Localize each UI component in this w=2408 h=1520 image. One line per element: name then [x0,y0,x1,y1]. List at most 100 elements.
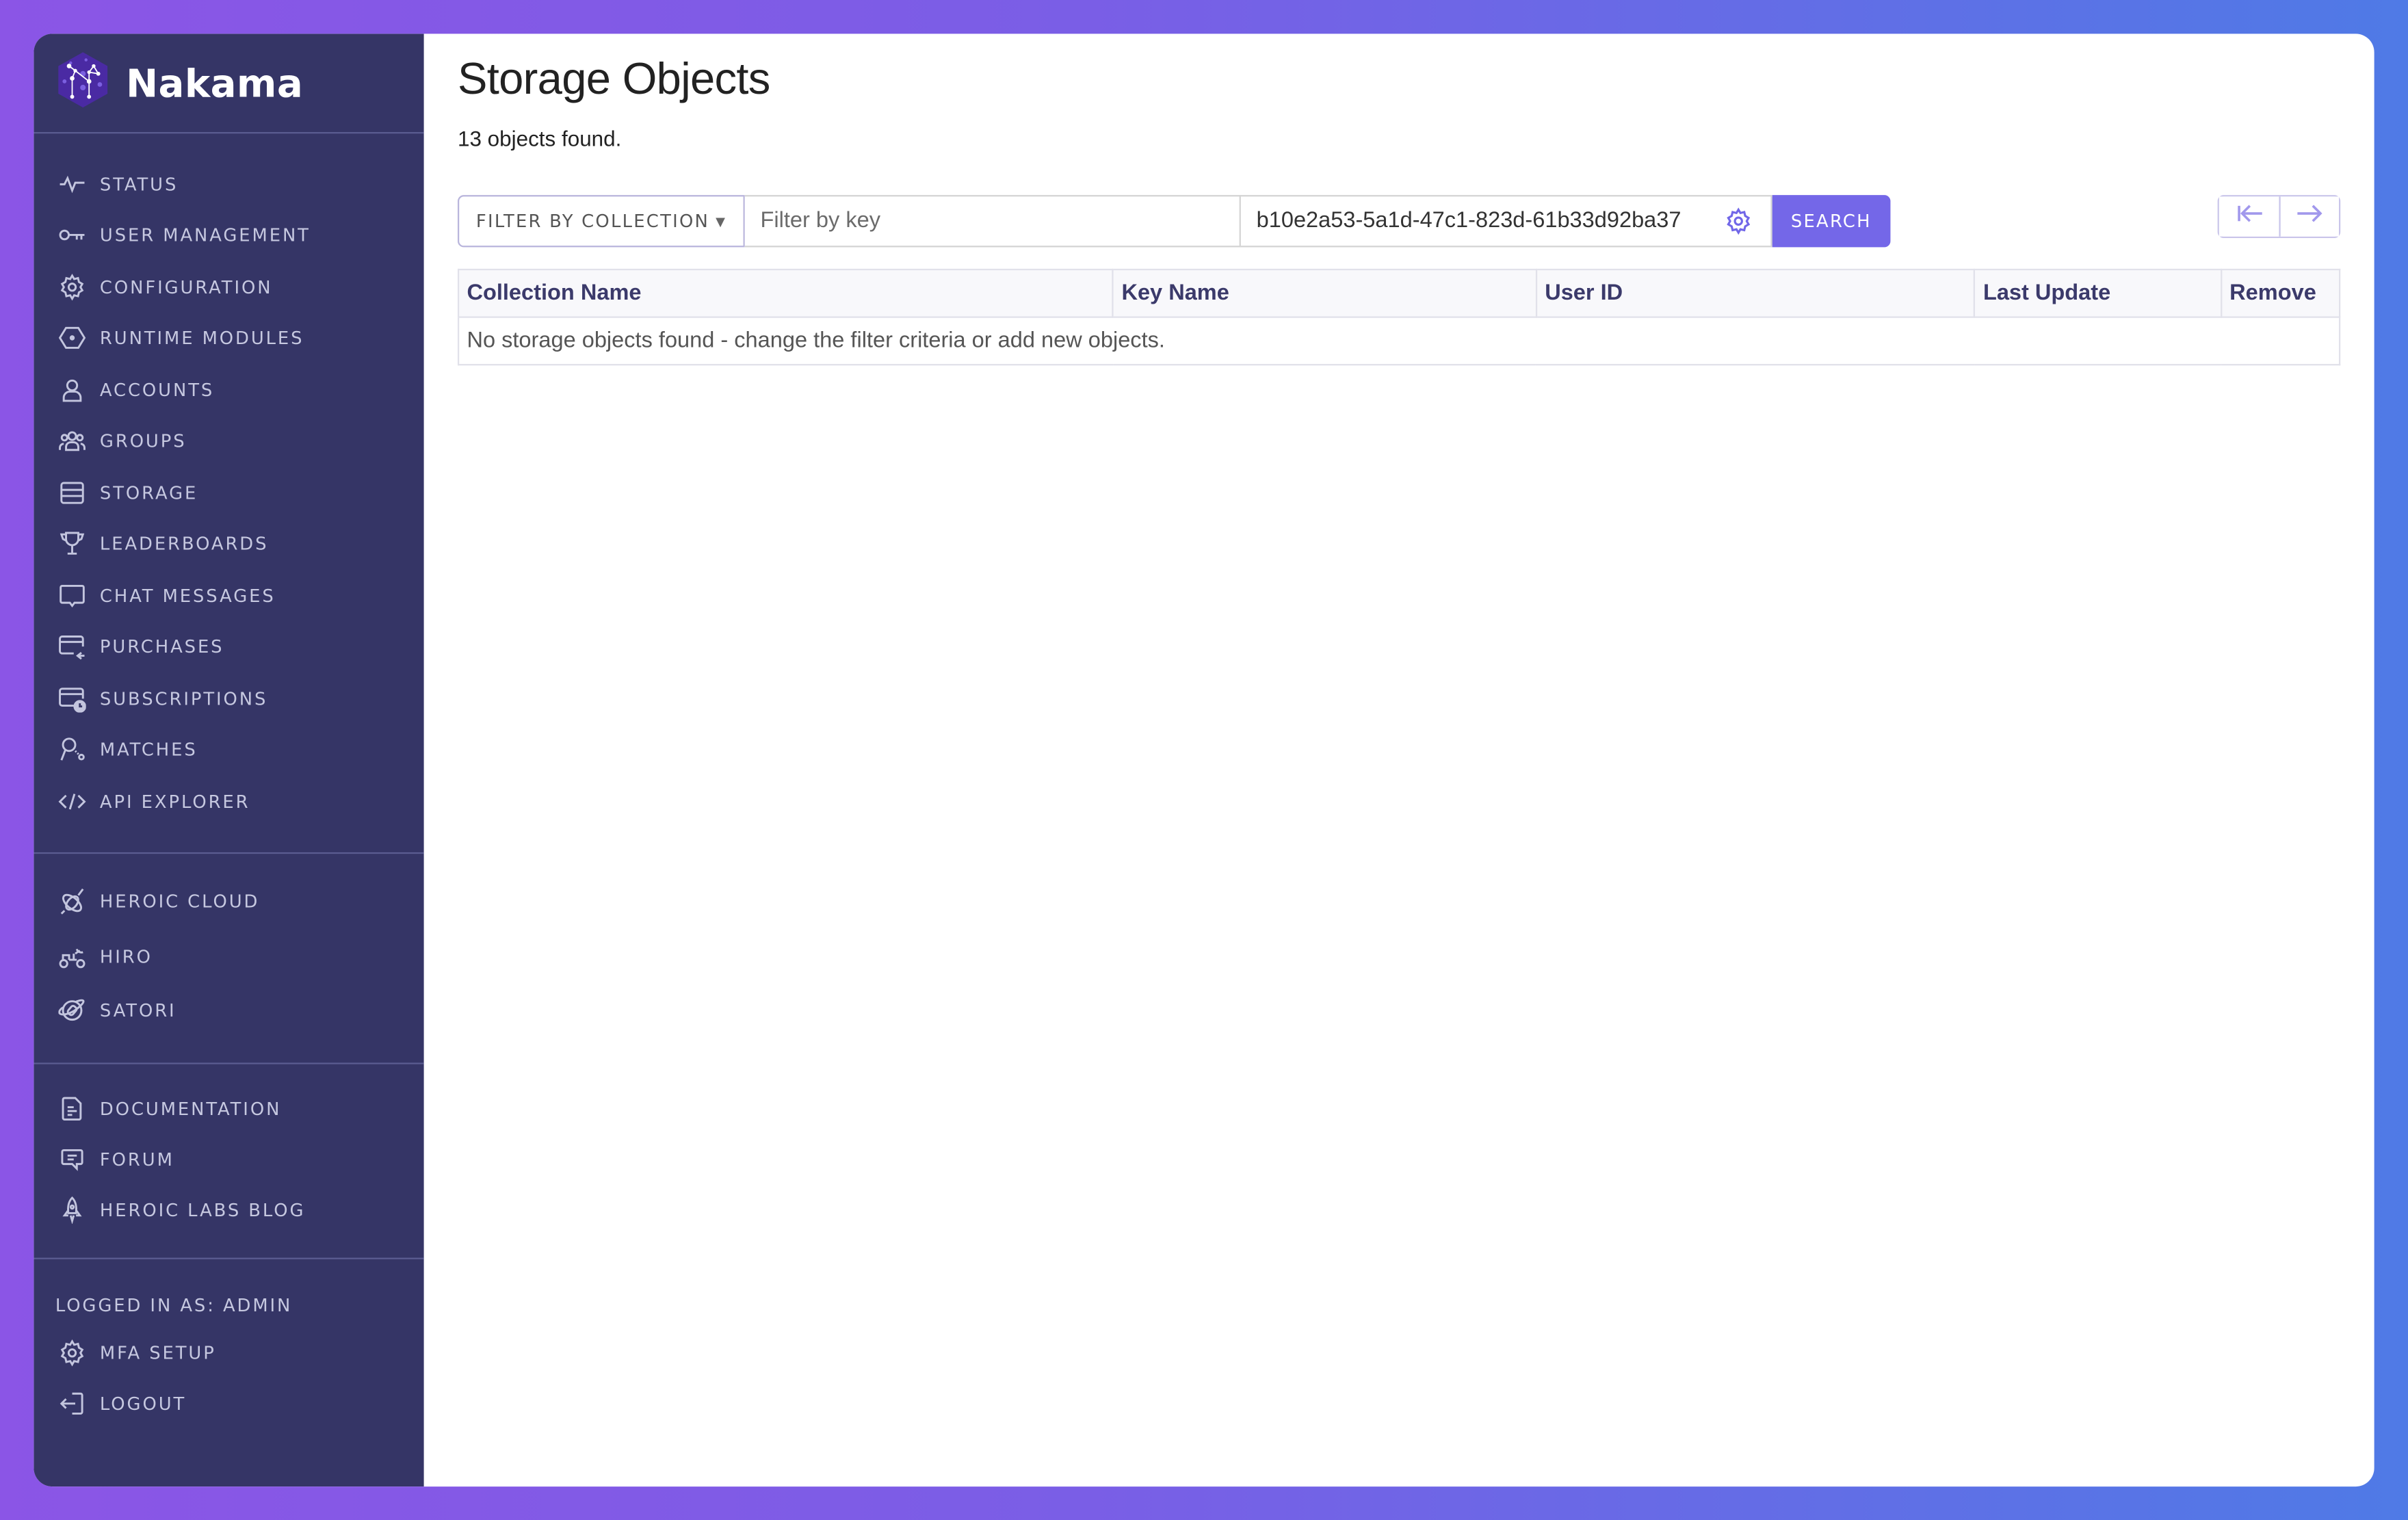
first-page-icon [2235,202,2262,230]
sidebar-item-chat-messages[interactable]: CHAT MESSAGES [34,570,423,621]
sidebar-item-label: STORAGE [99,482,198,503]
forum-icon [58,1146,86,1173]
gear-icon[interactable] [1722,205,1755,238]
users-icon [58,428,86,455]
logged-in-as: LOGGED IN AS: ADMIN [55,1294,293,1317]
objects-count: 13 objects found. [457,126,622,151]
user-icon [58,376,86,403]
main-nav: STATUS USER MANAGEMENT CONFIGURATION RUN… [34,133,423,851]
sidebar-item-label: MFA SETUP [99,1341,216,1364]
sidebar-item-label: USER MANAGEMENT [99,224,311,246]
table-row: No storage objects found - change the fi… [457,316,2341,366]
pulse-icon [58,170,86,198]
sidebar-item-label: MATCHES [99,739,198,761]
rocket-icon [58,1197,86,1225]
sidebar-item-heroic-cloud[interactable]: HEROIC CLOUD [34,874,423,929]
filter-toolbar: FILTER BY COLLECTION ▼ SEARCH [457,195,2341,248]
filter-by-collection-label: FILTER BY COLLECTION [475,210,710,232]
sidebar-item-label: API EXPLORER [99,790,250,812]
sidebar-item-label: SATORI [99,999,176,1022]
sidebar-item-label: LEADERBOARDS [99,533,269,555]
caret-down-icon: ▼ [716,214,727,228]
sidebar-item-documentation[interactable]: DOCUMENTATION [34,1083,423,1134]
sidebar-item-forum[interactable]: FORUM [34,1134,423,1185]
brand-name: Nakama [126,60,304,105]
sidebar-item-label: FORUM [99,1149,174,1170]
sidebar-item-configuration[interactable]: CONFIGURATION [34,261,423,313]
sidebar-item-heroic-labs-blog[interactable]: HEROIC LABS BLOG [34,1185,423,1237]
sidebar-item-user-management[interactable]: USER MANAGEMENT [34,209,423,261]
card-clock-icon [58,685,86,713]
sidebar-item-api-explorer[interactable]: API EXPLORER [34,776,423,827]
storage-objects-table: Collection Name Key Name User ID Last Up… [457,268,2341,366]
user-id-input[interactable] [1241,209,1722,234]
chat-icon [58,581,86,609]
first-page-button[interactable] [2219,196,2279,237]
sidebar-item-storage[interactable]: STORAGE [34,467,423,518]
table-header-row: Collection Name Key Name User ID Last Up… [457,268,2341,318]
column-key-name[interactable]: Key Name [1112,268,1537,318]
sidebar: Nakama STATUS USER MANAGEMENT CONFIGURAT… [34,34,424,1487]
sidebar-item-subscriptions[interactable]: SUBSCRIPTIONS [34,672,423,724]
sidebar-item-satori[interactable]: SATORI [34,984,423,1038]
gear-icon [58,273,86,300]
logout-icon [58,1390,86,1417]
sidebar-item-leaderboards[interactable]: LEADERBOARDS [34,519,423,570]
sidebar-item-label: HEROIC CLOUD [99,891,260,913]
column-collection-name[interactable]: Collection Name [457,268,1114,318]
sidebar-item-accounts[interactable]: ACCOUNTS [34,364,423,415]
column-last-update[interactable]: Last Update [1974,268,2222,318]
key-icon [58,222,86,249]
next-page-button[interactable] [2279,196,2339,237]
brand[interactable]: Nakama [34,34,424,134]
constellation-hexagon-icon [55,50,111,116]
sidebar-item-logout[interactable]: LOGOUT [34,1378,423,1430]
filter-group: FILTER BY COLLECTION ▼ SEARCH [457,195,2340,248]
sidebar-item-hiro[interactable]: HIRO [34,929,423,984]
page-title: Storage Objects [457,55,770,105]
user-id-field [1241,195,1772,248]
resources-nav: DOCUMENTATION FORUM HEROIC LABS BLOG [34,1064,423,1258]
sidebar-item-matches[interactable]: MATCHES [34,724,423,775]
column-user-id[interactable]: User ID [1535,268,1976,318]
sidebar-item-groups[interactable]: GROUPS [34,415,423,467]
planet-rocket-icon [58,997,86,1025]
rover-icon [58,943,86,970]
sidebar-item-runtime-modules[interactable]: RUNTIME MODULES [34,313,423,364]
sidebar-item-label: HIRO [99,945,153,967]
account-nav: LOGGED IN AS: ADMIN MFA SETUP LOGOUT [34,1259,423,1430]
filter-by-key-input[interactable] [745,195,1242,248]
filter-by-collection-dropdown[interactable]: FILTER BY COLLECTION ▼ [457,195,746,248]
card-return-icon [58,633,86,660]
satellite-icon [58,888,86,915]
code-icon [58,787,86,815]
hexagon-icon [58,324,86,352]
sidebar-item-label: DOCUMENTATION [99,1097,282,1119]
sidebar-item-label: CONFIGURATION [99,276,273,298]
sidebar-item-label: ACCOUNTS [99,378,215,401]
pagination [2217,195,2341,238]
column-remove: Remove [2220,268,2341,318]
sidebar-item-label: LOGOUT [99,1393,187,1415]
storage-icon [58,479,86,506]
main-content: Storage Objects 13 objects found. FILTER… [424,34,2374,1486]
empty-message: No storage objects found - change the fi… [457,316,2341,366]
sidebar-item-label: HEROIC LABS BLOG [99,1200,306,1222]
sidebar-item-label: GROUPS [99,430,187,452]
trophy-icon [58,530,86,558]
sidebar-item-label: STATUS [99,173,179,195]
sidebar-item-label: SUBSCRIPTIONS [99,687,268,709]
sidebar-item-status[interactable]: STATUS [34,158,423,209]
search-button[interactable]: SEARCH [1772,195,1890,248]
sidebar-item-label: PURCHASES [99,635,224,658]
sidebar-item-mfa-setup[interactable]: MFA SETUP [34,1327,423,1378]
arrow-right-icon [2296,202,2323,230]
sidebar-item-purchases[interactable]: PURCHASES [34,621,423,672]
sidebar-item-label: CHAT MESSAGES [99,584,276,607]
products-nav: HEROIC CLOUD HIRO SATORI [34,853,423,1062]
gear-icon [58,1339,86,1367]
document-icon [58,1095,86,1122]
app-window: Nakama STATUS USER MANAGEMENT CONFIGURAT… [34,34,2374,1487]
page-background: Nakama STATUS USER MANAGEMENT CONFIGURAT… [0,0,2408,1520]
sidebar-item-label: RUNTIME MODULES [99,327,304,350]
